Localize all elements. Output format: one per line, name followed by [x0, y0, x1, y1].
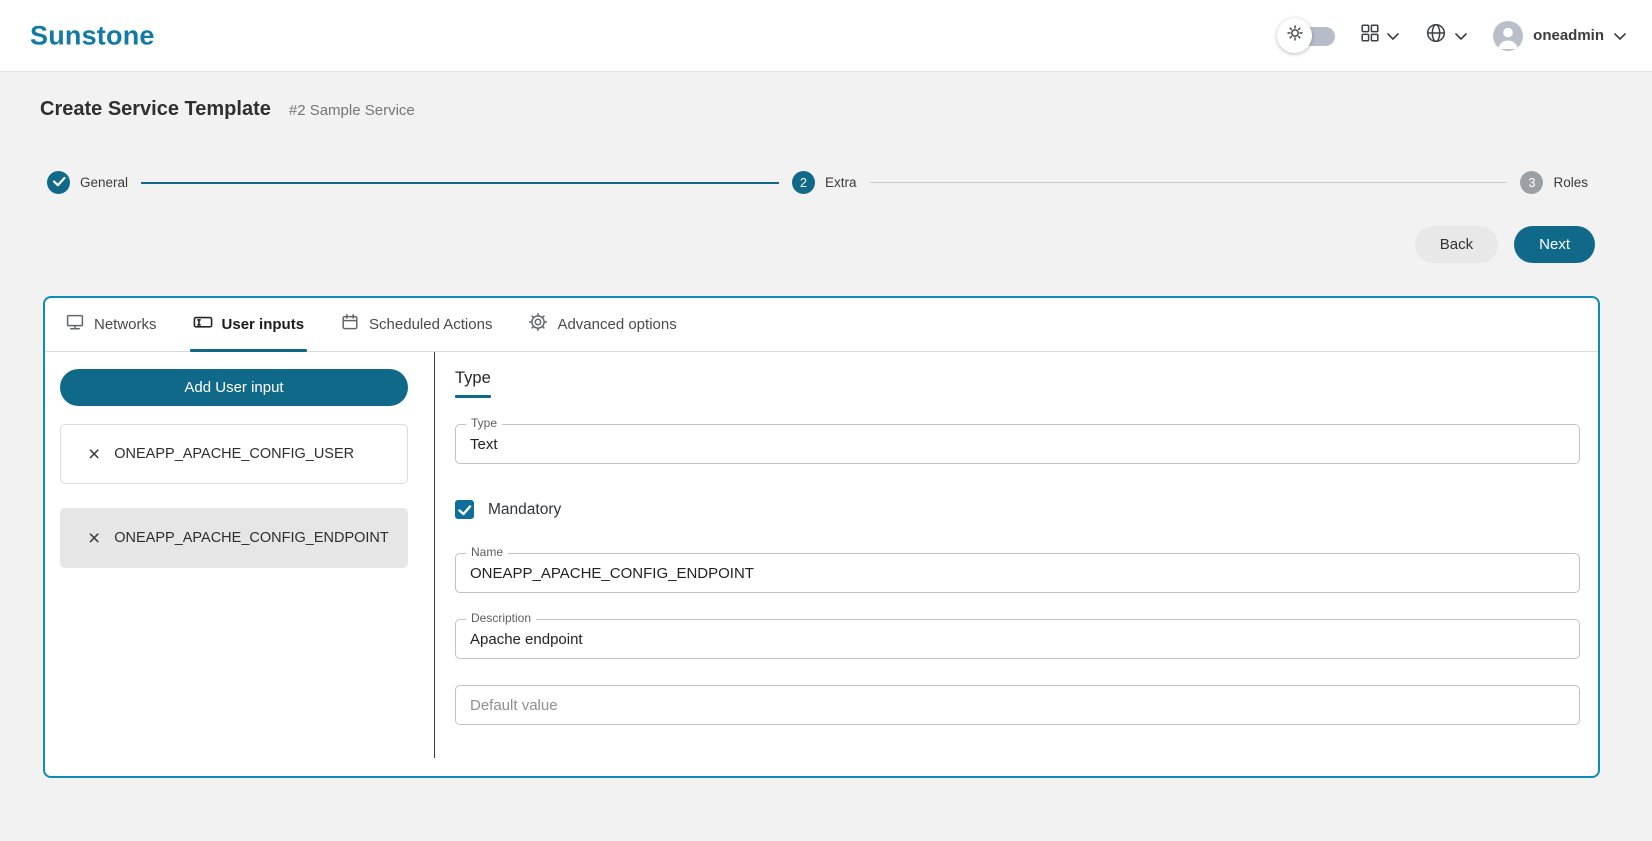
description-input[interactable]: [456, 620, 1579, 658]
list-item-label: ONEAPP_APACHE_CONFIG_USER: [114, 446, 355, 462]
top-bar: Sunstone oneadmin: [0, 0, 1652, 72]
extra-step-card: Networks User inputs Scheduled Actions A…: [43, 296, 1600, 778]
step-label: Roles: [1553, 175, 1588, 190]
sunstone-app: Sunstone oneadmin Create Service Templat…: [0, 0, 1652, 841]
step-connector: [869, 181, 1508, 184]
tab-label: Advanced options: [557, 316, 677, 333]
active-tab-indicator: [189, 349, 308, 352]
description-field: Description: [455, 611, 1580, 659]
page-heading: Create Service Template #2 Sample Servic…: [40, 98, 415, 121]
name-field: Name: [455, 545, 1580, 593]
back-button[interactable]: Back: [1414, 226, 1499, 263]
user-input-form: Type Type Mandatory Name: [435, 352, 1598, 776]
gear-icon: [528, 312, 548, 337]
default-value-field: [455, 685, 1580, 725]
toggle-thumb: [1277, 17, 1313, 53]
mandatory-row: Mandatory: [455, 500, 1580, 519]
step-label: Extra: [825, 175, 857, 190]
grid-icon: [1361, 24, 1379, 47]
tab-advanced-options[interactable]: Advanced options: [525, 298, 679, 351]
network-screen-icon: [65, 312, 85, 337]
mandatory-checkbox[interactable]: [455, 500, 474, 519]
section-title: Type: [455, 369, 491, 387]
text-input-icon: [193, 312, 213, 337]
apps-menu[interactable]: [1361, 24, 1399, 47]
step-general[interactable]: General: [47, 171, 128, 194]
brand-logo: Sunstone: [30, 20, 155, 50]
tab-networks[interactable]: Networks: [62, 298, 160, 351]
user-inputs-list: × ONEAPP_APACHE_CONFIG_USER × ONEAPP_APA…: [60, 424, 408, 568]
tab-bar: Networks User inputs Scheduled Actions A…: [45, 298, 1598, 352]
user-inputs-section: Add User input × ONEAPP_APACHE_CONFIG_US…: [45, 352, 1598, 776]
tab-scheduled-actions[interactable]: Scheduled Actions: [337, 298, 495, 351]
theme-toggle[interactable]: [1277, 17, 1336, 54]
type-field: Type: [455, 416, 1580, 464]
avatar: [1493, 20, 1524, 51]
step-label: General: [80, 175, 129, 190]
globe-icon: [1425, 22, 1447, 49]
description-field-label: Description: [466, 611, 537, 625]
list-item-config-user[interactable]: × ONEAPP_APACHE_CONFIG_USER: [60, 424, 408, 484]
name-field-label: Name: [466, 545, 509, 559]
mandatory-label[interactable]: Mandatory: [488, 501, 561, 519]
add-user-input-button[interactable]: Add User input: [60, 369, 408, 406]
sun-icon: [1286, 24, 1304, 47]
check-icon: [48, 170, 70, 195]
user-menu[interactable]: oneadmin: [1493, 20, 1626, 51]
step-pending-circle: 3: [1520, 171, 1544, 194]
tab-label: Networks: [94, 316, 157, 333]
wizard-stepper: General 2 Extra 3 Roles: [47, 171, 1588, 194]
step-extra[interactable]: 2 Extra: [792, 171, 857, 194]
step-roles[interactable]: 3 Roles: [1520, 171, 1588, 194]
calendar-icon: [340, 312, 360, 337]
tab-user-inputs[interactable]: User inputs: [189, 298, 308, 352]
tab-label: User inputs: [221, 316, 305, 333]
language-menu[interactable]: [1425, 22, 1467, 49]
close-icon[interactable]: ×: [88, 444, 100, 465]
username: oneadmin: [1533, 27, 1604, 44]
step-active-circle: 2: [792, 171, 815, 194]
list-item-label: ONEAPP_APACHE_CONFIG_ENDPOINT: [114, 530, 389, 546]
type-input[interactable]: [456, 425, 1579, 463]
type-field-label: Type: [466, 416, 503, 430]
chevron-down-icon: [1455, 27, 1467, 45]
list-item-config-endpoint[interactable]: × ONEAPP_APACHE_CONFIG_ENDPOINT: [60, 508, 408, 568]
top-bar-controls: oneadmin: [1277, 0, 1626, 71]
wizard-actions: Back Next: [1414, 226, 1595, 263]
next-button[interactable]: Next: [1514, 226, 1595, 263]
type-section-tab[interactable]: Type: [455, 369, 513, 398]
user-inputs-list-panel: Add User input × ONEAPP_APACHE_CONFIG_US…: [45, 352, 434, 776]
chevron-down-icon: [1614, 27, 1626, 45]
name-input[interactable]: [456, 554, 1579, 592]
page-subtitle: #2 Sample Service: [288, 102, 415, 119]
default-value-input[interactable]: [456, 686, 1579, 724]
tab-label: Scheduled Actions: [369, 316, 493, 333]
step-connector: [141, 181, 779, 184]
step-completed-circle: [47, 171, 70, 194]
chevron-down-icon: [1387, 27, 1399, 45]
section-tab-indicator: [455, 395, 491, 398]
page-title: Create Service Template: [40, 98, 271, 120]
close-icon[interactable]: ×: [88, 528, 100, 549]
